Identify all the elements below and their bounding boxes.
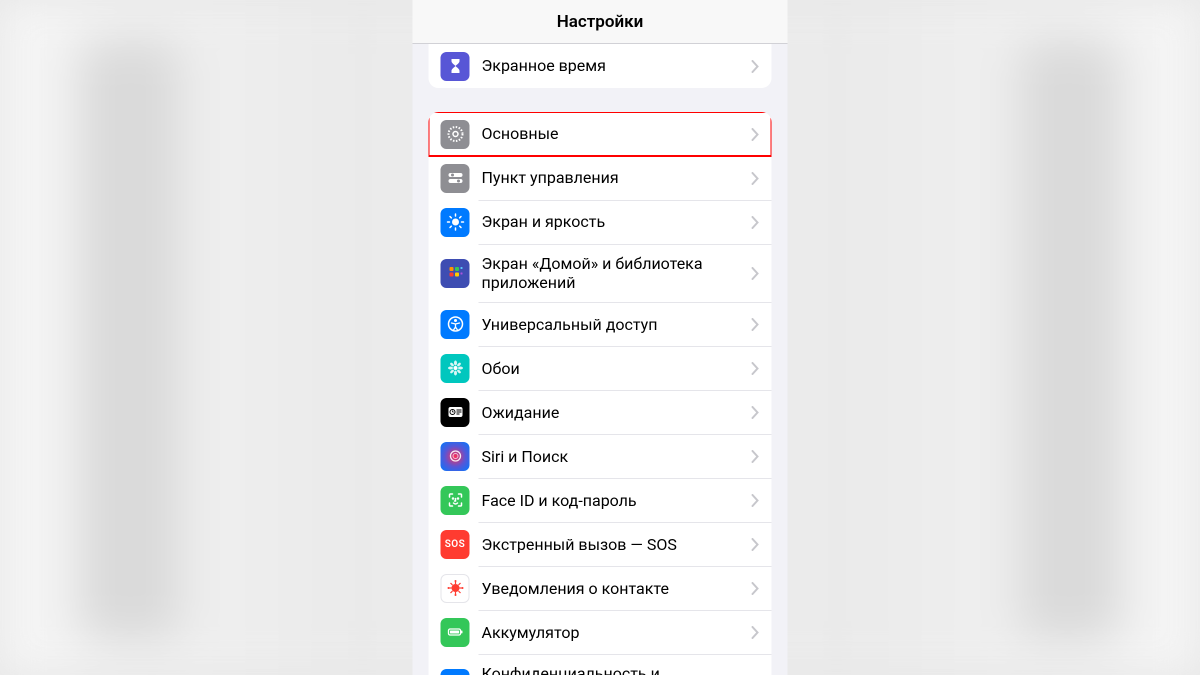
chevron-right-icon [752,216,760,229]
row-label: Экран «Домой» и библиотека приложений [482,250,746,296]
row-label: Siri и Поиск [482,443,746,470]
chevron-right-icon [752,626,760,639]
row-wallpaper[interactable]: Обои [429,346,772,390]
chevron-right-icon [752,128,760,141]
row-display-brightness[interactable]: Экран и яркость [429,200,772,244]
settings-screen: Настройки Экранное время Основные [413,0,788,675]
chevron-right-icon [752,494,760,507]
row-home-screen[interactable]: Экран «Домой» и библиотека приложений [429,244,772,302]
page-title: Настройки [557,12,644,32]
flower-icon [441,354,470,383]
row-label: Ожидание [482,399,746,426]
chevron-right-icon [752,582,760,595]
row-label: Конфиденциальность и безопасность [482,660,746,675]
chevron-right-icon [752,406,760,419]
virus-icon [441,574,470,603]
row-accessibility[interactable]: Универсальный доступ [429,302,772,346]
sos-icon: SOS [441,530,470,559]
chevron-right-icon [752,172,760,185]
chevron-right-icon [752,450,760,463]
row-label: Face ID и код-пароль [482,487,746,514]
settings-group-2: Основные Пункт управления Экран и ярко [429,112,772,675]
hourglass-icon [441,52,470,81]
gear-icon [441,120,470,149]
face-id-icon [441,486,470,515]
navbar: Настройки [413,0,788,44]
chevron-right-icon [752,362,760,375]
row-screen-time[interactable]: Экранное время [429,44,772,88]
row-privacy-security[interactable]: Конфиденциальность и безопасность [429,654,772,675]
row-exposure-notifications[interactable]: Уведомления о контакте [429,566,772,610]
toggles-icon [441,164,470,193]
chevron-right-icon [752,60,760,73]
row-siri-search[interactable]: Siri и Поиск [429,434,772,478]
row-label: Основные [482,120,746,147]
chevron-right-icon [752,538,760,551]
clock-icon [441,398,470,427]
row-label: Экстренный вызов — SOS [482,531,746,558]
row-label: Уведомления о контакте [482,575,746,602]
row-control-center[interactable]: Пункт управления [429,156,772,200]
row-label: Универсальный доступ [482,311,746,338]
settings-content: Экранное время Основные Пун [413,44,788,675]
row-general[interactable]: Основные [429,112,772,156]
row-label: Аккумулятор [482,619,746,646]
row-label: Экран и яркость [482,208,746,235]
row-emergency-sos[interactable]: SOS Экстренный вызов — SOS [429,522,772,566]
sun-icon [441,208,470,237]
row-face-id[interactable]: Face ID и код-пароль [429,478,772,522]
app-grid-icon [441,259,470,288]
chevron-right-icon [752,267,760,280]
row-standby[interactable]: Ожидание [429,390,772,434]
hand-icon [441,669,470,675]
siri-icon [441,442,470,471]
row-label: Пункт управления [482,164,746,191]
chevron-right-icon [752,318,760,331]
row-label: Обои [482,355,746,382]
row-label: Экранное время [482,52,746,79]
row-battery[interactable]: Аккумулятор [429,610,772,654]
battery-icon [441,618,470,647]
accessibility-icon [441,310,470,339]
settings-group-1: Экранное время [429,44,772,88]
